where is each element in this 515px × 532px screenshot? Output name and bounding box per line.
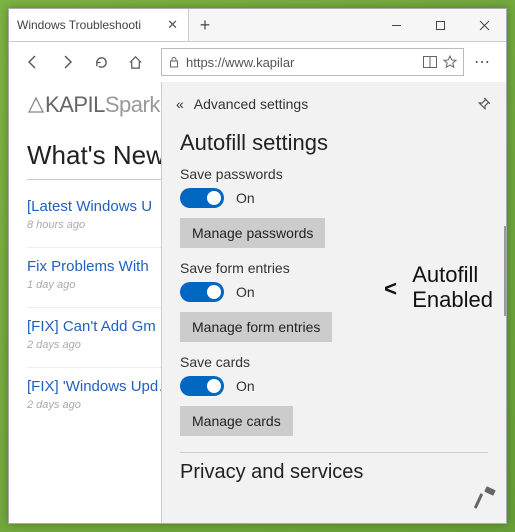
hammer-icon bbox=[471, 485, 499, 518]
close-window-button[interactable] bbox=[462, 9, 506, 41]
more-button[interactable]: ⋯ bbox=[466, 46, 498, 78]
edge-window: Windows Troubleshooti ✕ + bbox=[8, 8, 507, 524]
window-controls bbox=[374, 9, 506, 41]
forward-button[interactable] bbox=[51, 46, 83, 78]
address-bar: https://www.kapilar ⋯ bbox=[9, 42, 506, 82]
pin-icon[interactable] bbox=[478, 96, 492, 113]
content-area: KAPILSpark What's New [Latest Windows U … bbox=[9, 82, 506, 523]
pane-title: Advanced settings bbox=[194, 96, 308, 112]
tab-title: Windows Troubleshooti bbox=[17, 18, 165, 32]
scrollbar-thumb[interactable] bbox=[504, 226, 506, 316]
url-field[interactable]: https://www.kapilar bbox=[161, 48, 464, 76]
save-cards-label: Save cards bbox=[180, 354, 488, 370]
manage-cards-button[interactable]: Manage cards bbox=[180, 406, 293, 436]
save-cards-toggle[interactable] bbox=[180, 376, 224, 396]
save-passwords-label: Save passwords bbox=[180, 166, 488, 182]
browser-tab[interactable]: Windows Troubleshooti ✕ bbox=[9, 9, 189, 41]
pane-body: Autofill settings Save passwords On Mana… bbox=[162, 126, 506, 523]
divider bbox=[180, 452, 488, 453]
url-text: https://www.kapilar bbox=[186, 55, 417, 70]
section-heading: Autofill settings bbox=[180, 130, 488, 156]
save-entries-label: Save form entries bbox=[180, 260, 488, 276]
manage-passwords-button[interactable]: Manage passwords bbox=[180, 218, 325, 248]
close-tab-icon[interactable]: ✕ bbox=[165, 15, 180, 35]
back-button[interactable] bbox=[17, 46, 49, 78]
toggle-state: On bbox=[236, 190, 255, 206]
manage-entries-button[interactable]: Manage form entries bbox=[180, 312, 332, 342]
home-button[interactable] bbox=[119, 46, 151, 78]
toggle-state: On bbox=[236, 378, 255, 394]
tab-bar: Windows Troubleshooti ✕ + bbox=[9, 9, 506, 42]
pane-header: « Advanced settings bbox=[162, 82, 506, 126]
save-passwords-toggle[interactable] bbox=[180, 188, 224, 208]
back-chevron-icon[interactable]: « bbox=[176, 96, 184, 112]
settings-pane: « Advanced settings Autofill settings Sa… bbox=[161, 82, 506, 523]
refresh-button[interactable] bbox=[85, 46, 117, 78]
toggle-state: On bbox=[236, 284, 255, 300]
privacy-heading: Privacy and services bbox=[180, 461, 488, 484]
save-entries-toggle[interactable] bbox=[180, 282, 224, 302]
minimize-button[interactable] bbox=[374, 9, 418, 41]
favorite-icon[interactable] bbox=[443, 55, 457, 69]
reading-list-icon[interactable] bbox=[423, 56, 437, 68]
new-tab-button[interactable]: + bbox=[189, 9, 221, 41]
lock-icon bbox=[168, 56, 180, 68]
maximize-button[interactable] bbox=[418, 9, 462, 41]
